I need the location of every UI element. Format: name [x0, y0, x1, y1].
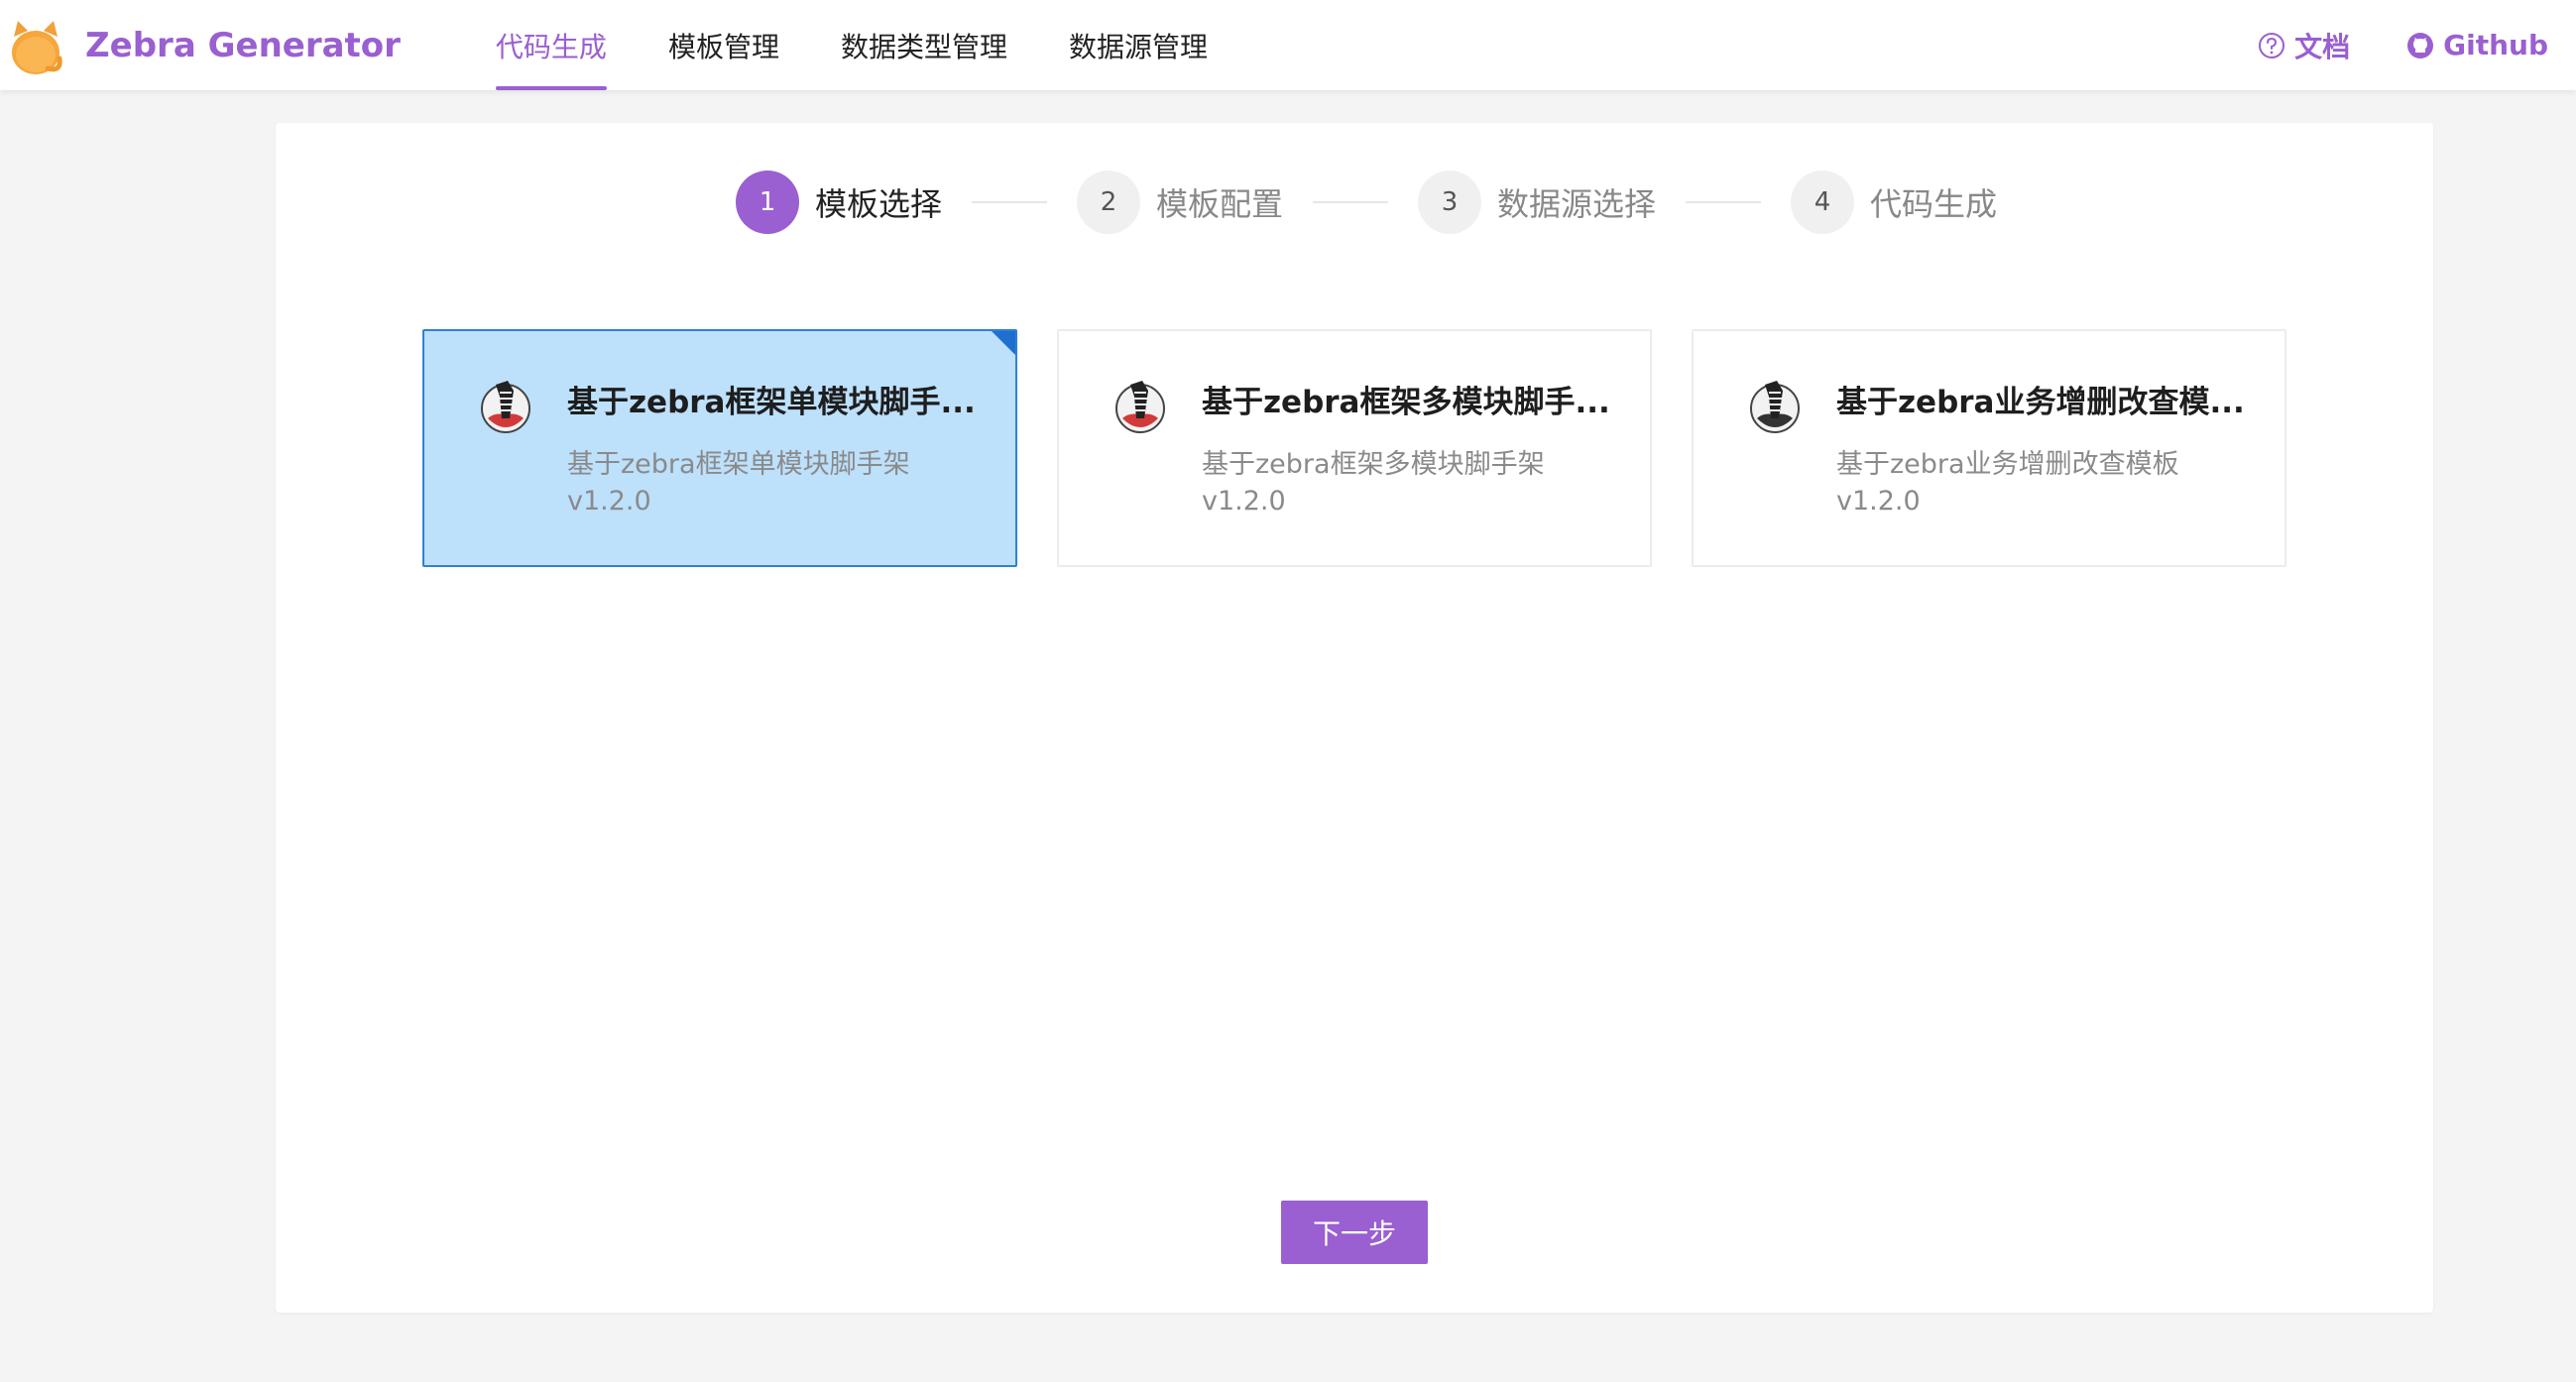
template-description: 基于zebra框架单模块脚手架 — [567, 449, 910, 480]
nav-item-code-generation[interactable]: 代码生成 — [495, 0, 607, 90]
step-connector — [972, 201, 1048, 203]
step-template-config: 2 模板配置 — [1077, 171, 1283, 234]
step-title: 数据源选择 — [1497, 185, 1657, 223]
zebra-avatar-icon — [1750, 381, 1800, 433]
next-step-button[interactable]: 下一步 — [1281, 1201, 1428, 1264]
header-links: 文档 Github — [2201, 26, 2548, 65]
nav-item-datatype-management[interactable]: 数据类型管理 — [841, 0, 1007, 90]
template-version: v1.2.0 — [1836, 486, 1921, 517]
brand[interactable]: Zebra Generator — [8, 15, 401, 76]
step-number: 4 — [1791, 171, 1855, 234]
template-version: v1.2.0 — [1202, 486, 1286, 517]
zebra-avatar-icon — [481, 381, 530, 433]
template-title: 基于zebra框架单模块脚手... — [567, 385, 976, 420]
template-card[interactable]: 基于zebra框架多模块脚手... 基于zebra框架多模块脚手架 v1.2.0 — [1057, 329, 1652, 567]
step-template-select: 1 模板选择 — [736, 171, 942, 234]
template-title: 基于zebra业务增删改查模... — [1836, 385, 2245, 420]
docs-link[interactable]: 文档 — [2257, 26, 2350, 65]
step-connector — [1313, 201, 1389, 203]
github-link[interactable]: Github — [2405, 29, 2548, 61]
docs-link-label: 文档 — [2294, 30, 2351, 63]
brand-name: Zebra Generator — [85, 25, 401, 65]
step-title: 模板选择 — [815, 185, 943, 223]
nav-item-template-management[interactable]: 模板管理 — [668, 0, 779, 90]
main-nav: 代码生成 模板管理 数据类型管理 数据源管理 — [495, 0, 1269, 90]
step-connector — [1686, 201, 1762, 203]
cat-logo-icon — [12, 20, 62, 74]
step-number: 3 — [1418, 171, 1482, 234]
main-panel: 1 模板选择 2 模板配置 3 数据源选择 4 代码生成 基于zebra框架单模… — [276, 123, 2433, 1313]
question-circle-icon — [2259, 32, 2285, 58]
template-card[interactable]: 基于zebra业务增删改查模... 基于zebra业务增删改查模板 v1.2.0 — [1692, 329, 2286, 567]
step-title: 模板配置 — [1156, 185, 1284, 223]
nav-item-datasource-management[interactable]: 数据源管理 — [1069, 0, 1208, 90]
template-title: 基于zebra框架多模块脚手... — [1202, 385, 1610, 420]
step-code-generation: 4 代码生成 — [1791, 171, 1997, 234]
step-number: 2 — [1077, 171, 1141, 234]
step-number: 1 — [736, 171, 799, 234]
template-description: 基于zebra框架多模块脚手架 — [1202, 449, 1545, 480]
template-version: v1.2.0 — [567, 486, 651, 517]
template-card[interactable]: 基于zebra框架单模块脚手... 基于zebra框架单模块脚手架 v1.2.0 — [422, 329, 1017, 567]
selected-corner-icon — [992, 331, 1015, 355]
step-title: 代码生成 — [1870, 185, 1998, 223]
top-header: Zebra Generator 代码生成 模板管理 数据类型管理 数据源管理 文… — [0, 0, 2576, 90]
template-cards: 基于zebra框架单模块脚手... 基于zebra框架单模块脚手架 v1.2.0… — [422, 329, 2286, 567]
github-icon — [2407, 32, 2434, 58]
template-description: 基于zebra业务增删改查模板 — [1836, 449, 2179, 480]
github-link-label: Github — [2443, 29, 2548, 61]
zebra-avatar-icon — [1115, 381, 1165, 433]
step-datasource-select: 3 数据源选择 — [1418, 171, 1656, 234]
steps-bar: 1 模板选择 2 模板配置 3 数据源选择 4 代码生成 — [736, 171, 1997, 234]
